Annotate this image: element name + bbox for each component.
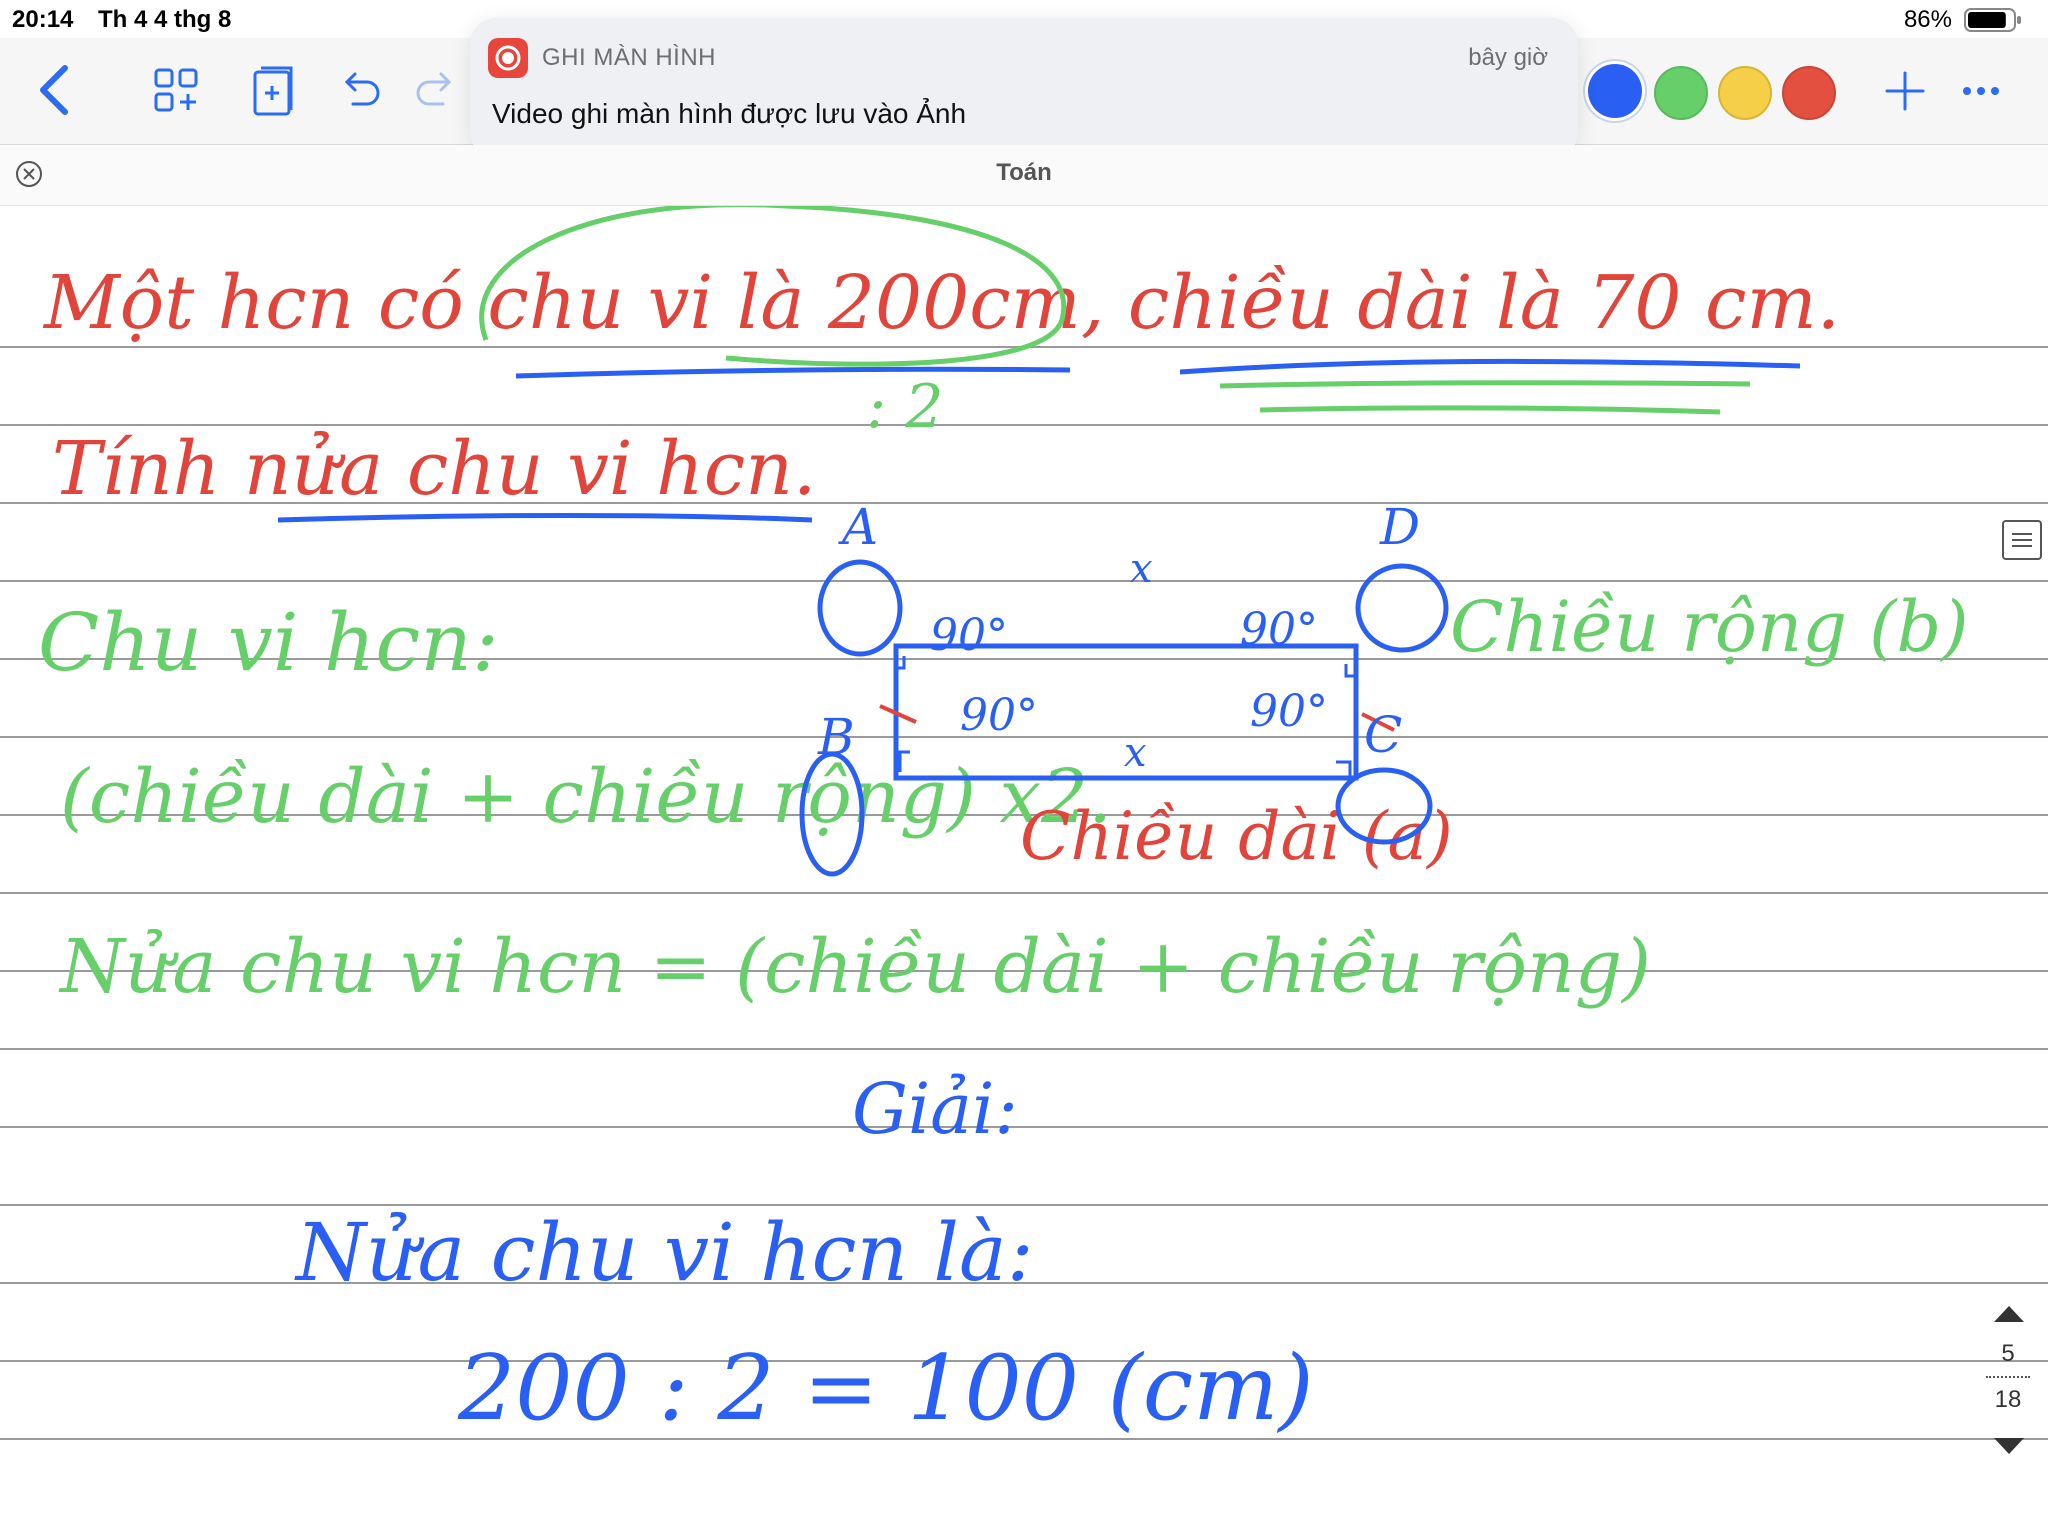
vertex-label-c: C bbox=[1364, 706, 1403, 764]
notebook-page[interactable]: Một hcn có chu vi là 200cm, chiều dài là… bbox=[0, 206, 2048, 1536]
note-solution-heading: Giải: bbox=[852, 1068, 1019, 1150]
redo-icon bbox=[416, 72, 452, 106]
document-title: Toán bbox=[996, 159, 1052, 186]
notification-banner[interactable]: GHI MÀN HÌNH bây giờ Video ghi màn hình … bbox=[470, 18, 1578, 158]
status-time: 20:14 bbox=[12, 6, 74, 33]
grid-add-icon bbox=[154, 68, 198, 112]
angle-label-b: 90° bbox=[960, 690, 1038, 741]
back-button[interactable] bbox=[34, 62, 74, 118]
side-mark-bottom: x bbox=[1124, 730, 1147, 776]
current-page-number: 5 bbox=[2001, 1340, 2015, 1367]
notification-message: Video ghi màn hình được lưu vào Ảnh bbox=[492, 98, 967, 129]
note-calculation: 200 : 2 = 100 (cm) bbox=[458, 1336, 1314, 1441]
add-button[interactable] bbox=[1882, 68, 1928, 114]
angle-label-c: 90° bbox=[1250, 686, 1328, 737]
document-title-bar: Toán bbox=[0, 145, 2048, 206]
page-menu-button[interactable] bbox=[2002, 520, 2042, 560]
undo-icon bbox=[344, 72, 380, 106]
page-navigator: 5 18 bbox=[1968, 1290, 2048, 1470]
note-perimeter-label: Chu vi hcn: bbox=[38, 596, 499, 689]
page-add-icon bbox=[253, 66, 293, 116]
color-swatch-red[interactable] bbox=[1782, 66, 1836, 120]
more-button[interactable] bbox=[1958, 74, 2004, 108]
page-divider bbox=[1986, 1376, 2030, 1378]
screen-record-icon bbox=[488, 38, 528, 78]
battery-icon bbox=[1964, 8, 2021, 32]
side-mark-top: x bbox=[1130, 546, 1153, 592]
notification-app-name: GHI MÀN HÌNH bbox=[542, 44, 716, 71]
ruled-line bbox=[0, 1126, 2048, 1128]
vertex-label-d: D bbox=[1380, 498, 1421, 556]
note-width-label: Chiều rộng (b) bbox=[1450, 586, 1969, 668]
page-down-arrow-icon[interactable] bbox=[1992, 1436, 2026, 1458]
list-icon bbox=[2012, 533, 2032, 547]
redo-button[interactable] bbox=[412, 68, 458, 112]
angle-label-d: 90° bbox=[1240, 604, 1318, 655]
note-solution-line: Nửa chu vi hcn là: bbox=[296, 1206, 1034, 1299]
total-page-count: 18 bbox=[1994, 1386, 2022, 1413]
page-up-arrow-icon[interactable] bbox=[1992, 1302, 2026, 1324]
color-swatch-blue[interactable] bbox=[1588, 64, 1642, 118]
note-problem-line2: Tính nửa chu vi hcn. bbox=[52, 426, 817, 512]
chevron-left-icon bbox=[40, 65, 68, 115]
status-date: Th 4 4 thg 8 bbox=[98, 6, 232, 33]
blue-underline bbox=[277, 513, 813, 523]
rectangle-diagram bbox=[799, 559, 1449, 877]
note-divide-mark: : 2 bbox=[866, 372, 944, 442]
angle-label-a: 90° bbox=[930, 610, 1008, 661]
green-underline bbox=[1180, 358, 1801, 415]
battery-percentage: 86% bbox=[1903, 6, 1952, 33]
color-swatch-yellow[interactable] bbox=[1718, 66, 1772, 120]
vertex-label-a: A bbox=[842, 498, 879, 556]
vertex-label-b: B bbox=[818, 708, 855, 766]
more-icon bbox=[1963, 87, 1999, 95]
plus-icon bbox=[1885, 71, 1925, 111]
notification-time: bây giờ bbox=[1468, 44, 1548, 71]
grid-add-button[interactable] bbox=[150, 64, 202, 116]
undo-button[interactable] bbox=[338, 68, 384, 112]
color-swatch-green[interactable] bbox=[1654, 66, 1708, 120]
page-add-button[interactable] bbox=[248, 62, 300, 120]
